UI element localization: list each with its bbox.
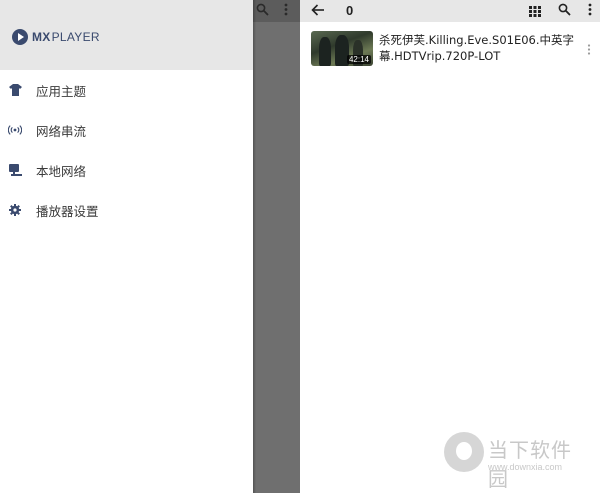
broadcast-icon: [8, 123, 22, 137]
search-icon[interactable]: [558, 3, 571, 21]
dimmed-toolbar: [253, 0, 300, 22]
drawer-item-player-settings[interactable]: 播放器设置: [0, 190, 253, 230]
drawer-scrim[interactable]: [253, 0, 300, 493]
drawer-item-label: 应用主题: [36, 83, 87, 99]
video-thumbnail: 42:14: [311, 31, 373, 66]
drawer-item-local-network[interactable]: 本地网络: [0, 150, 253, 190]
item-more-icon[interactable]: [587, 42, 591, 60]
mx-player-logo: MX PLAYER: [12, 29, 100, 45]
video-list-screen: 0 42:14 杀死伊芙.Killing.Eve.S01E06.中英字幕.HDT…: [300, 0, 600, 493]
drawer-item-label: 播放器设置: [36, 203, 99, 219]
back-arrow-icon[interactable]: [311, 3, 327, 19]
search-icon: [256, 3, 269, 21]
navigation-drawer: MX PLAYER 应用主题 网络串流 本地网络 播放器设置: [0, 0, 253, 493]
video-title: 杀死伊芙.Killing.Eve.S01E06.中英字幕.HDTVrip.720…: [379, 33, 575, 63]
more-vert-icon[interactable]: [588, 3, 592, 21]
watermark-url: www.downxia.com: [488, 462, 563, 472]
drawer-item-label: 网络串流: [36, 123, 87, 139]
grid-view-icon[interactable]: [529, 4, 541, 22]
top-toolbar: 0: [300, 0, 600, 22]
video-list-item[interactable]: 42:14 杀死伊芙.Killing.Eve.S01E06.中英字幕.HDTVr…: [300, 28, 600, 70]
more-vert-icon: [284, 3, 288, 21]
video-duration: 42:14: [346, 55, 371, 64]
drawer-header: MX PLAYER: [0, 0, 253, 70]
drawer-item-app-theme[interactable]: 应用主题: [0, 70, 253, 110]
drawer-item-label: 本地网络: [36, 163, 87, 179]
logo-player-text: PLAYER: [51, 30, 100, 44]
watermark: 当下软件园 www.downxia.com: [444, 430, 589, 491]
logo-mx-text: MX: [32, 30, 51, 44]
item-count: 0: [346, 3, 354, 18]
shirt-icon: [8, 83, 22, 97]
play-logo-icon: [12, 29, 28, 45]
computer-icon: [8, 163, 22, 177]
watermark-logo-icon: [444, 432, 484, 472]
gear-icon: [8, 203, 22, 217]
drawer-shadow: [253, 0, 256, 493]
drawer-item-network-stream[interactable]: 网络串流: [0, 110, 253, 150]
